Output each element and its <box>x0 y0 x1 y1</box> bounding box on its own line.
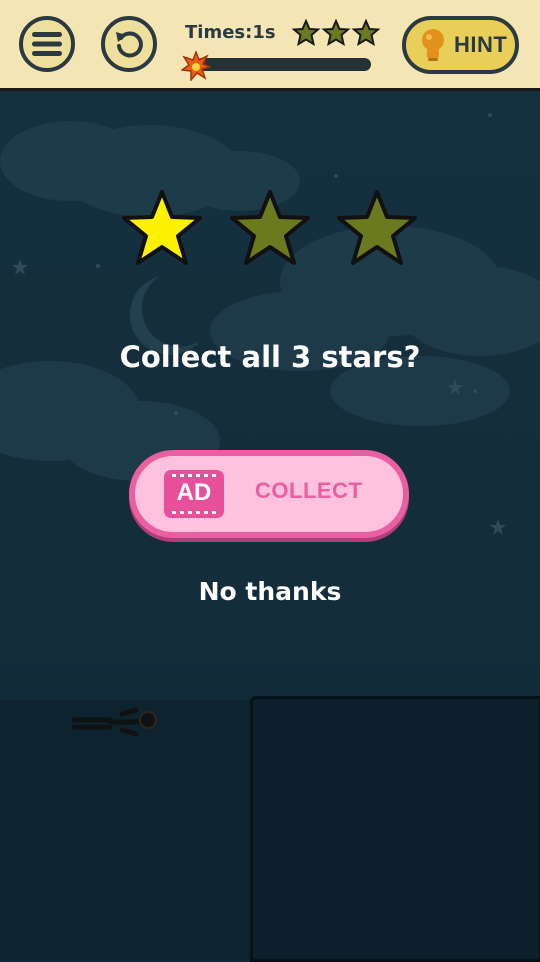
collect-label: COLLECT <box>255 478 363 503</box>
time-progress-bar <box>195 58 371 71</box>
fuse-burst-icon <box>181 51 211 81</box>
star-empty-icon <box>230 190 310 265</box>
reward-stars <box>122 190 417 265</box>
restart-button[interactable] <box>101 16 157 72</box>
star-icon <box>321 19 351 47</box>
ad-badge: AD <box>164 470 224 518</box>
star-filled-icon <box>122 190 202 265</box>
top-bar: Times:1s HINT <box>0 0 540 91</box>
hint-label: HINT <box>454 32 508 57</box>
menu-icon <box>32 32 62 56</box>
star-icon <box>351 19 380 47</box>
restart-icon <box>116 31 143 58</box>
collect-ad-button[interactable]: AD COLLECT <box>129 450 409 538</box>
star-icon <box>292 19 321 47</box>
ad-label: AD <box>176 479 212 506</box>
level-stars <box>292 19 380 47</box>
hint-button[interactable]: HINT <box>402 16 519 74</box>
lightbulb-icon <box>422 29 444 61</box>
no-thanks-button[interactable]: No thanks <box>0 577 540 606</box>
star-empty-icon <box>337 190 417 265</box>
collect-prompt: Collect all 3 stars? <box>119 340 421 374</box>
timer-label: Times:1s <box>185 22 276 43</box>
menu-button[interactable] <box>19 16 75 72</box>
